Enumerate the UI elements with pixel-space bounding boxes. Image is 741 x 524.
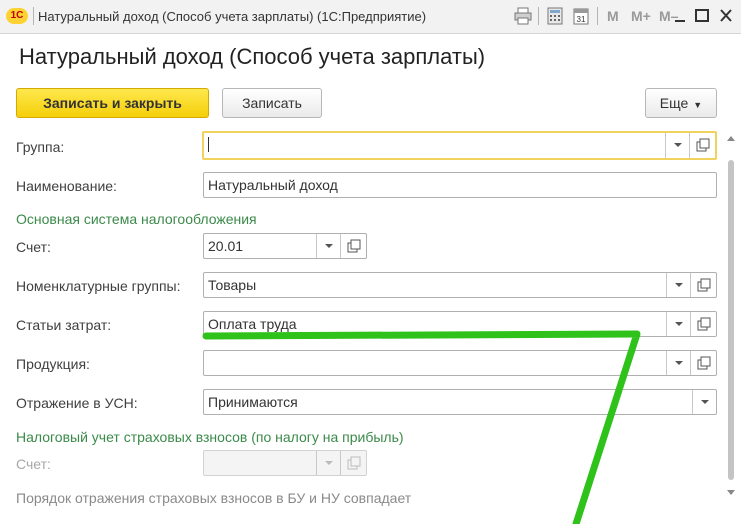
- open-form-icon: [697, 317, 711, 331]
- open-form-icon: [347, 456, 361, 470]
- close-icon[interactable]: [716, 7, 736, 25]
- nomenclature-open-button[interactable]: [690, 273, 716, 297]
- nomenclature-field[interactable]: Товары: [203, 272, 717, 298]
- usn-label: Отражение в УСН:: [16, 395, 138, 411]
- open-form-icon: [696, 138, 710, 152]
- green-annotation-stroke: [202, 330, 641, 524]
- account-field[interactable]: 20.01: [203, 233, 367, 259]
- cost-items-open-button[interactable]: [690, 312, 716, 336]
- titlebar-separator: [597, 7, 598, 25]
- name-label: Наименование:: [16, 178, 117, 194]
- nomenclature-value: Товары: [208, 277, 257, 293]
- titlebar-separator: [538, 7, 539, 25]
- group-open-button[interactable]: [689, 133, 715, 158]
- products-label: Продукция:: [16, 356, 90, 372]
- save-and-close-button[interactable]: Записать и закрыть: [16, 88, 209, 118]
- open-form-icon: [347, 239, 361, 253]
- tax-account-dropdown-button: [316, 451, 340, 475]
- cost-items-value: Оплата труда: [208, 316, 297, 332]
- more-button-label: Еще: [659, 95, 689, 111]
- save-button[interactable]: Записать: [222, 88, 322, 118]
- nomenclature-dropdown-button[interactable]: [666, 273, 690, 297]
- products-dropdown-button[interactable]: [666, 351, 690, 375]
- svg-text:31: 31: [577, 15, 586, 24]
- scroll-down-icon[interactable]: [727, 490, 735, 495]
- tax-account-label: Счет:: [16, 456, 51, 472]
- app-logo-icon[interactable]: 1C: [6, 8, 28, 24]
- products-field[interactable]: [203, 350, 717, 376]
- account-dropdown-button[interactable]: [316, 234, 340, 258]
- scroll-up-icon[interactable]: [727, 136, 735, 141]
- products-open-button[interactable]: [690, 351, 716, 375]
- window-title: Натуральный доход (Способ учета зарплаты…: [38, 9, 427, 24]
- print-icon[interactable]: [513, 7, 533, 25]
- tax-account-field: [203, 450, 367, 476]
- memory-button[interactable]: M: [607, 8, 619, 24]
- tax-account-open-button: [340, 451, 366, 475]
- window-titlebar: 1C Натуральный доход (Способ учета зарпл…: [0, 0, 741, 34]
- group-dropdown-button[interactable]: [665, 133, 689, 158]
- minimize-icon[interactable]: [670, 7, 690, 25]
- usn-field[interactable]: Принимаются: [203, 389, 717, 415]
- form-title: Натуральный доход (Способ учета зарплаты…: [19, 44, 486, 69]
- name-value: Натуральный доход: [208, 177, 338, 193]
- nomenclature-label: Номенклатурные группы:: [16, 278, 181, 294]
- text-cursor: [208, 137, 209, 152]
- scroll-thumb[interactable]: [728, 160, 734, 480]
- open-form-icon: [697, 356, 711, 370]
- cost-items-label: Статьи затрат:: [16, 317, 112, 333]
- open-form-icon: [697, 278, 711, 292]
- account-value: 20.01: [208, 238, 244, 254]
- titlebar-separator: [33, 7, 34, 25]
- chevron-down-icon: ▼: [693, 100, 703, 110]
- calculator-icon[interactable]: [545, 7, 565, 25]
- account-open-button[interactable]: [340, 234, 366, 258]
- maximize-icon[interactable]: [692, 7, 712, 25]
- calendar-icon[interactable]: 31: [571, 7, 591, 25]
- memory-plus-button[interactable]: M+: [631, 8, 651, 24]
- usn-value: Принимаются: [208, 394, 298, 410]
- more-button[interactable]: Еще ▼: [645, 88, 717, 118]
- section-insurance-tax: Налоговый учет страховых взносов (по нал…: [16, 429, 404, 445]
- group-field[interactable]: [202, 131, 717, 160]
- vertical-scrollbar[interactable]: [726, 136, 736, 506]
- insurance-note: Порядок отражения страховых взносов в БУ…: [16, 490, 412, 506]
- account-label: Счет:: [16, 239, 51, 255]
- usn-dropdown-button[interactable]: [692, 390, 716, 414]
- group-label: Группа:: [16, 139, 65, 155]
- name-field[interactable]: Натуральный доход: [203, 172, 717, 198]
- cost-items-field[interactable]: Оплата труда: [203, 311, 717, 337]
- cost-items-dropdown-button[interactable]: [666, 312, 690, 336]
- section-main-tax: Основная система налогообложения: [16, 211, 257, 227]
